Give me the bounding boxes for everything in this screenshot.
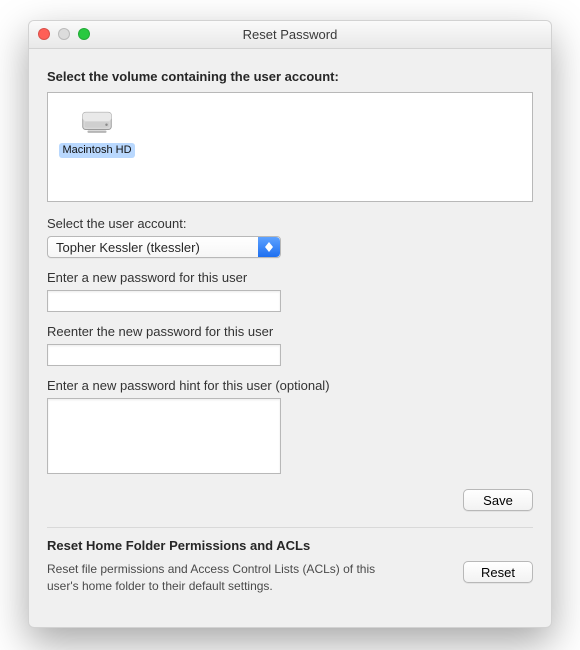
acl-heading: Reset Home Folder Permissions and ACLs xyxy=(47,538,533,553)
volume-label: Macintosh HD xyxy=(59,143,134,158)
section-divider xyxy=(47,527,533,528)
new-password-label: Enter a new password for this user xyxy=(47,270,533,285)
save-button[interactable]: Save xyxy=(463,489,533,511)
traffic-lights xyxy=(38,28,90,40)
user-account-selected-value: Topher Kessler (tkessler) xyxy=(56,240,200,255)
password-hint-input[interactable] xyxy=(47,398,281,474)
reset-button[interactable]: Reset xyxy=(463,561,533,583)
hard-drive-icon xyxy=(78,101,116,139)
window-content: Select the volume containing the user ac… xyxy=(29,49,551,613)
reenter-password-input[interactable] xyxy=(47,344,281,366)
user-account-select[interactable]: Topher Kessler (tkessler) xyxy=(47,236,281,258)
window-title: Reset Password xyxy=(29,27,551,42)
reset-password-window: Reset Password Select the volume contain… xyxy=(28,20,552,628)
new-password-input[interactable] xyxy=(47,290,281,312)
password-hint-label: Enter a new password hint for this user … xyxy=(47,378,533,393)
volume-heading: Select the volume containing the user ac… xyxy=(47,69,533,84)
reenter-password-label: Reenter the new password for this user xyxy=(47,324,533,339)
maximize-icon[interactable] xyxy=(78,28,90,40)
acl-description: Reset file permissions and Access Contro… xyxy=(47,561,407,595)
select-stepper-icon xyxy=(258,237,280,257)
titlebar: Reset Password xyxy=(29,21,551,49)
volume-list[interactable]: Macintosh HD xyxy=(47,92,533,202)
user-account-label: Select the user account: xyxy=(47,216,533,231)
minimize-icon xyxy=(58,28,70,40)
save-button-row: Save xyxy=(47,489,533,511)
volume-item-macintosh-hd[interactable]: Macintosh HD xyxy=(58,101,136,158)
close-icon[interactable] xyxy=(38,28,50,40)
acl-row: Reset file permissions and Access Contro… xyxy=(47,561,533,595)
